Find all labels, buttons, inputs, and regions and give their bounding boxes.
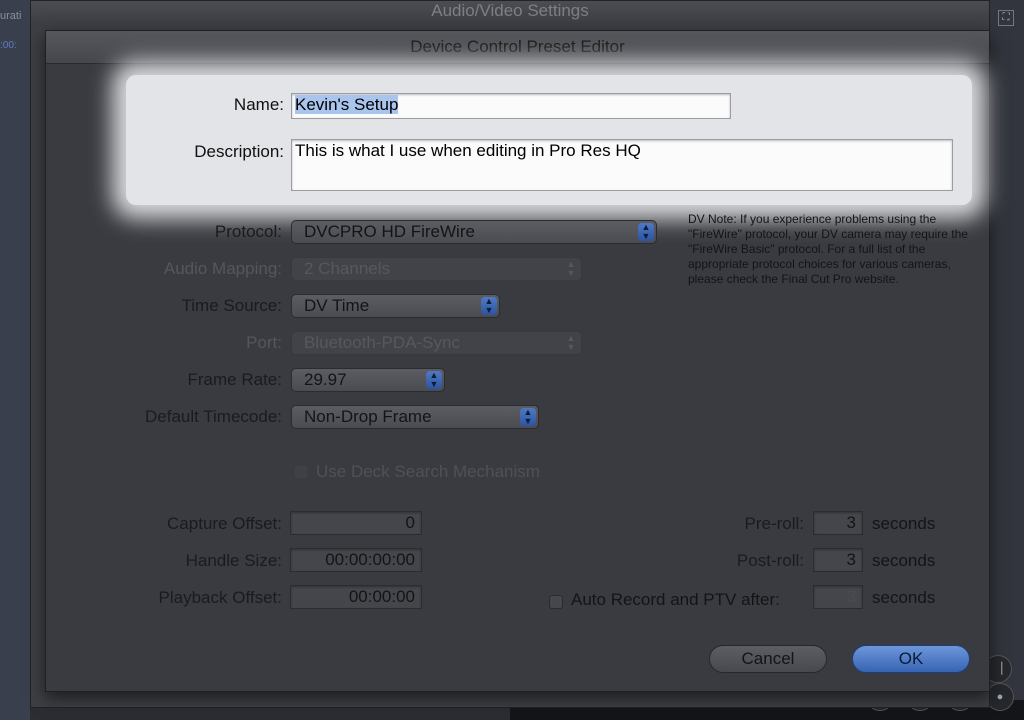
background-right-panel: ⛶	[988, 0, 1024, 720]
pre-roll-field[interactable]: 3	[813, 511, 863, 535]
dv-note-text: DV Note: If you experience problems usin…	[688, 212, 968, 286]
capture-offset-label: Capture Offset:	[167, 514, 282, 533]
popup-arrows-icon: ▲ ▼	[520, 408, 536, 426]
auto-record-unit: seconds	[872, 588, 936, 607]
audio-mapping-value: 2 Channels	[304, 259, 391, 278]
capture-offset-field[interactable]: 0	[290, 511, 422, 535]
playback-offset-label: Playback Offset:	[158, 588, 282, 607]
playback-offset-field[interactable]: 00:00:00	[290, 585, 422, 609]
description-label: Description:	[194, 142, 284, 161]
pre-roll-label: Pre-roll:	[744, 514, 804, 533]
transport-button-icon[interactable]: ●	[986, 683, 1014, 711]
audio-mapping-label: Audio Mapping:	[163, 259, 282, 278]
description-field[interactable]: This is what I use when editing in Pro R…	[291, 139, 953, 191]
background-text: urati	[0, 10, 22, 22]
time-source-value: DV Time	[304, 296, 370, 315]
post-roll-field[interactable]: 3	[813, 548, 863, 572]
time-source-popup[interactable]: DV Time ▲ ▼	[291, 294, 500, 318]
device-control-preset-editor-dialog: Device Control Preset Editor Name: Kevin…	[45, 30, 990, 692]
name-description-highlight: Name: Kevin's Setup Description: This is…	[126, 75, 972, 205]
background-app-panel: urati :00:	[0, 0, 30, 720]
frame-rate-popup[interactable]: 29.97 ▲ ▼	[291, 368, 445, 392]
post-roll-label: Post-roll:	[736, 551, 804, 570]
time-source-label: Time Source:	[181, 296, 282, 315]
popup-arrows-icon: ▲ ▼	[481, 297, 497, 315]
auto-record-field[interactable]: 3	[813, 585, 863, 609]
default-timecode-value: Non-Drop Frame	[304, 407, 432, 426]
window-title: Audio/Video Settings	[31, 1, 989, 23]
handle-size-field[interactable]: 00:00:00:00	[290, 548, 422, 572]
auto-record-checkbox[interactable]	[549, 595, 563, 609]
audio-mapping-popup[interactable]: 2 Channels ▲ ▼	[291, 257, 582, 281]
protocol-value: DVCPRO HD FireWire	[304, 222, 475, 241]
name-value: Kevin's Setup	[295, 95, 399, 114]
cancel-button[interactable]: Cancel	[709, 645, 827, 673]
default-timecode-popup[interactable]: Non-Drop Frame ▲ ▼	[291, 405, 539, 429]
port-popup[interactable]: Bluetooth-PDA-Sync ▲ ▼	[291, 331, 582, 355]
protocol-label: Protocol:	[214, 222, 282, 241]
protocol-popup[interactable]: DVCPRO HD FireWire ▲ ▼	[291, 220, 657, 244]
use-deck-search-label: Use Deck Search Mechanism	[316, 462, 540, 481]
popup-arrows-icon: ▲ ▼	[638, 223, 654, 241]
background-timecode-text: :00:	[0, 40, 17, 51]
popup-arrows-icon: ▲ ▼	[426, 371, 442, 389]
use-deck-search-checkbox[interactable]	[294, 465, 308, 479]
name-field[interactable]: Kevin's Setup	[291, 93, 731, 119]
name-label: Name:	[233, 95, 284, 114]
fullscreen-icon[interactable]: ⛶	[998, 10, 1014, 26]
dialog-title: Device Control Preset Editor	[46, 31, 989, 64]
auto-record-label: Auto Record and PTV after:	[571, 590, 780, 609]
default-timecode-label: Default Timecode:	[144, 407, 282, 426]
popup-arrows-icon: ▲ ▼	[566, 259, 576, 278]
frame-rate-label: Frame Rate:	[187, 370, 282, 389]
post-roll-unit: seconds	[872, 551, 936, 570]
port-label: Port:	[246, 333, 282, 352]
handle-size-label: Handle Size:	[185, 551, 282, 570]
port-value: Bluetooth-PDA-Sync	[304, 333, 460, 352]
pre-roll-unit: seconds	[872, 514, 936, 533]
ok-button[interactable]: OK	[852, 645, 970, 673]
popup-arrows-icon: ▲ ▼	[566, 333, 576, 352]
frame-rate-value: 29.97	[304, 370, 347, 389]
